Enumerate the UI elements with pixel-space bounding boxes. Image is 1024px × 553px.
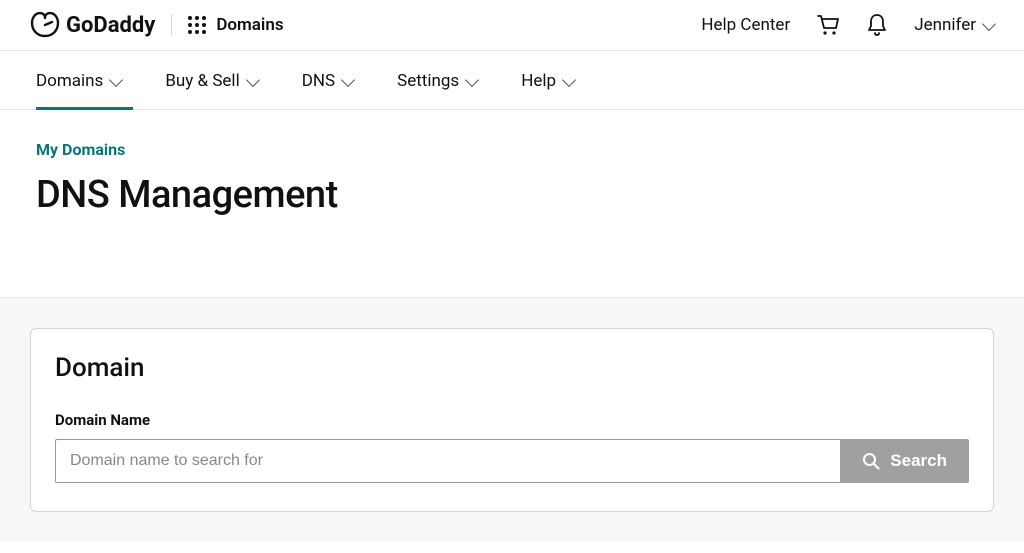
top-header: GoDaddy Domains Help Center <box>0 0 1024 51</box>
tab-label: DNS <box>302 71 335 91</box>
godaddy-logo-icon <box>30 12 60 38</box>
chevron-down-icon <box>562 72 576 86</box>
header-right: Help Center Jennifer <box>701 13 994 37</box>
tab-settings[interactable]: Settings <box>397 71 477 109</box>
divider <box>171 14 172 36</box>
breadcrumb-link[interactable]: My Domains <box>36 140 125 159</box>
tab-label: Settings <box>397 71 459 91</box>
help-center-link[interactable]: Help Center <box>701 15 790 35</box>
brand-text: GoDaddy <box>66 13 155 38</box>
tab-label: Help <box>521 71 556 91</box>
chevron-down-icon <box>341 72 355 86</box>
domain-card: Domain Domain Name Search <box>30 328 994 512</box>
content-area: My Domains DNS Management <box>0 110 1024 257</box>
user-menu[interactable]: Jennifer <box>914 15 994 35</box>
cart-icon <box>816 14 840 36</box>
bell-icon <box>866 13 888 37</box>
chevron-down-icon <box>982 16 996 30</box>
domain-search-input[interactable] <box>55 439 840 483</box>
tab-domains[interactable]: Domains <box>36 71 121 109</box>
tab-label: Buy & Sell <box>165 71 239 91</box>
domain-name-label: Domain Name <box>55 411 969 429</box>
godaddy-logo[interactable]: GoDaddy <box>30 12 155 38</box>
user-name: Jennifer <box>914 15 976 35</box>
app-label: Domains <box>216 15 283 35</box>
tab-help[interactable]: Help <box>521 71 574 109</box>
search-row: Search <box>55 439 969 483</box>
search-icon <box>862 452 880 470</box>
notifications-button[interactable] <box>866 13 888 37</box>
nav-tabs: Domains Buy & Sell DNS Settings Help <box>0 51 1024 110</box>
tab-label: Domains <box>36 71 103 91</box>
page-title: DNS Management <box>36 173 988 217</box>
search-button[interactable]: Search <box>840 439 969 483</box>
tab-buy-sell[interactable]: Buy & Sell <box>165 71 257 109</box>
gray-section: Domain Domain Name Search <box>0 297 1024 542</box>
chevron-down-icon <box>109 72 123 86</box>
search-button-label: Search <box>890 451 947 471</box>
app-switcher[interactable]: Domains <box>188 15 283 35</box>
apps-grid-icon <box>188 16 206 34</box>
tab-dns[interactable]: DNS <box>302 71 353 109</box>
chevron-down-icon <box>465 72 479 86</box>
chevron-down-icon <box>246 72 260 86</box>
cart-button[interactable] <box>816 14 840 36</box>
header-left: GoDaddy Domains <box>30 12 284 38</box>
card-title: Domain <box>55 353 969 383</box>
